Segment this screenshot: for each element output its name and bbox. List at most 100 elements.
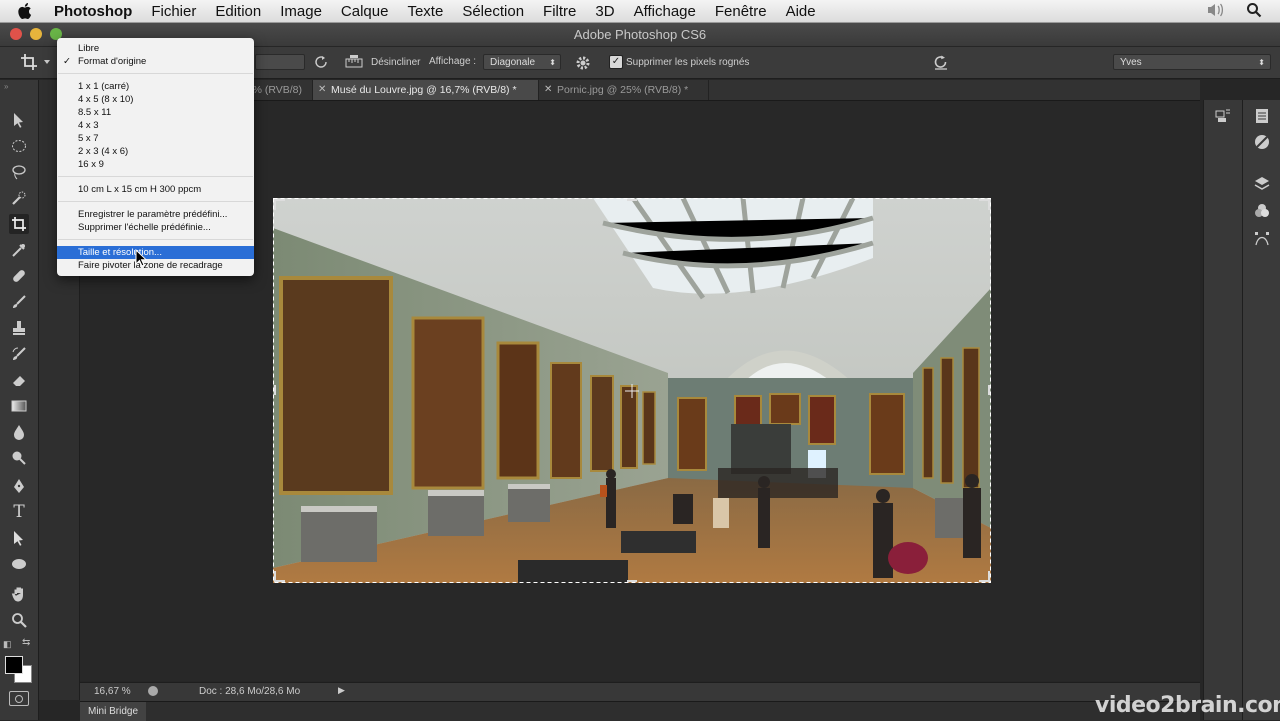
menu-item-4x5[interactable]: 4 x 5 (8 x 10) xyxy=(57,93,254,106)
overlay-view-select[interactable]: Diagonale ⬍ xyxy=(483,54,561,70)
layers-panel-icon[interactable] xyxy=(1252,173,1272,193)
document-size: Doc : 28,6 Mo/28,6 Mo xyxy=(199,686,301,697)
eraser-tool-icon[interactable] xyxy=(9,370,29,390)
menu-item-format-origine[interactable]: ✓ Format d'origine xyxy=(57,55,254,68)
menu-edition[interactable]: Edition xyxy=(215,3,261,20)
history-brush-tool-icon[interactable] xyxy=(9,344,29,364)
status-info-icon[interactable] xyxy=(148,686,158,696)
zoom-level[interactable]: 16,67 % xyxy=(94,686,131,697)
menu-item-10x15cm[interactable]: 10 cm L x 15 cm H 300 ppcm xyxy=(57,183,254,196)
menu-fenetre[interactable]: Fenêtre xyxy=(715,3,767,20)
type-tool-icon[interactable]: T xyxy=(9,502,29,522)
lasso-tool-icon[interactable] xyxy=(9,162,29,182)
adjustments-panel-icon[interactable] xyxy=(1252,132,1272,152)
delete-pixels-checkbox[interactable]: ✓ xyxy=(609,55,623,69)
foreground-color-swatch[interactable] xyxy=(5,656,23,674)
menu-separator xyxy=(58,239,253,240)
history-panel-icon[interactable] xyxy=(1252,106,1272,126)
menu-item-rotate-crop-box[interactable]: Faire pivoter la zone de recadrage xyxy=(57,259,254,272)
menu-item-5x7[interactable]: 5 x 7 xyxy=(57,132,254,145)
menu-filtre[interactable]: Filtre xyxy=(543,3,576,20)
eyedropper-tool-icon[interactable] xyxy=(9,240,29,260)
dodge-tool-icon[interactable] xyxy=(9,448,29,468)
properties-panel-icon[interactable] xyxy=(1213,106,1233,126)
menu-item-2x3[interactable]: 2 x 3 (4 x 6) xyxy=(57,145,254,158)
gradient-tool-icon[interactable] xyxy=(9,396,29,416)
close-tab-icon[interactable]: ✕ xyxy=(318,80,326,100)
menu-item-size-resolution[interactable]: Taille et résolution... xyxy=(57,246,254,259)
crop-preset-dropdown-menu: Libre ✓ Format d'origine 1 x 1 (carré) 4 … xyxy=(57,38,254,276)
mini-bridge-tab[interactable]: Mini Bridge xyxy=(80,702,147,721)
straighten-label[interactable]: Désincliner xyxy=(371,57,420,68)
menu-aide[interactable]: Aide xyxy=(786,3,816,20)
menu-affichage[interactable]: Affichage xyxy=(634,3,696,20)
checkmark-icon: ✓ xyxy=(63,56,71,67)
swap-dimensions-icon[interactable] xyxy=(313,54,329,70)
video2brain-watermark: video2brain.com xyxy=(1095,693,1280,718)
path-selection-tool-icon[interactable] xyxy=(9,528,29,548)
quick-selection-tool-icon[interactable] xyxy=(9,188,29,208)
brush-tool-icon[interactable] xyxy=(9,292,29,312)
healing-brush-tool-icon[interactable] xyxy=(9,266,29,286)
menu-item-label: 16 x 9 xyxy=(78,159,104,170)
paths-panel-icon[interactable] xyxy=(1252,229,1272,249)
menu-texte[interactable]: Texte xyxy=(407,3,443,20)
menu-calque[interactable]: Calque xyxy=(341,3,389,20)
menu-item-4x3[interactable]: 4 x 3 xyxy=(57,119,254,132)
default-colors-icon[interactable]: ◧ xyxy=(3,639,12,650)
menu-item-save-preset[interactable]: Enregistrer le paramètre prédéfini... xyxy=(57,208,254,221)
crop-height-field[interactable] xyxy=(255,54,305,70)
menu-fichier[interactable]: Fichier xyxy=(151,3,196,20)
crop-tool-preset-icon[interactable] xyxy=(20,53,40,71)
tab-musee-du-louvre[interactable]: ✕ Musé du Louvre.jpg @ 16,7% (RVB/8) * xyxy=(313,80,539,100)
pen-tool-icon[interactable] xyxy=(9,476,29,496)
overlay-view-value: Diagonale xyxy=(490,57,536,68)
right-dock-strip xyxy=(1203,100,1242,720)
hand-tool-icon[interactable] xyxy=(9,584,29,604)
tab-pornic[interactable]: ✕ Pornic.jpg @ 25% (RVB/8) * xyxy=(539,80,709,100)
menu-item-label: 5 x 7 xyxy=(78,133,99,144)
menu-item-16x9[interactable]: 16 x 9 xyxy=(57,158,254,171)
menu-image[interactable]: Image xyxy=(280,3,322,20)
menu-separator xyxy=(58,201,253,202)
menu-item-libre[interactable]: Libre xyxy=(57,42,254,55)
apple-icon[interactable] xyxy=(18,2,38,20)
menu-item-label: 1 x 1 (carré) xyxy=(78,81,130,92)
workspace-select[interactable]: Yves ⬍ xyxy=(1113,54,1271,70)
menu-item-label: 10 cm L x 15 cm H 300 ppcm xyxy=(78,184,202,195)
menu-item-label: Supprimer l'échelle prédéfinie... xyxy=(78,222,211,233)
spotlight-search-icon[interactable] xyxy=(1246,2,1262,22)
clone-stamp-tool-icon[interactable] xyxy=(9,318,29,338)
menu-app-photoshop[interactable]: Photoshop xyxy=(54,3,132,20)
move-tool-icon[interactable] xyxy=(9,110,29,130)
menu-item-label: 4 x 5 (8 x 10) xyxy=(78,94,134,105)
straighten-icon[interactable] xyxy=(345,55,363,69)
zoom-tool-icon[interactable] xyxy=(9,610,29,630)
menu-item-1x1[interactable]: 1 x 1 (carré) xyxy=(57,80,254,93)
blur-tool-icon[interactable] xyxy=(9,422,29,442)
crop-tool-icon[interactable] xyxy=(9,214,29,234)
quick-mask-icon[interactable] xyxy=(9,691,29,706)
close-tab-icon[interactable]: ✕ xyxy=(544,80,552,100)
ellipse-shape-tool-icon[interactable] xyxy=(9,554,29,574)
menu-selection[interactable]: Sélection xyxy=(462,3,524,20)
louvre-gallery-photo[interactable] xyxy=(273,198,991,583)
menu-item-8-5x11[interactable]: 8.5 x 11 xyxy=(57,106,254,119)
delete-pixels-label[interactable]: Supprimer les pixels rognés xyxy=(626,57,749,68)
status-menu-arrow-icon[interactable]: ▶ xyxy=(338,685,345,696)
close-window-button[interactable] xyxy=(10,28,22,40)
mouse-pointer-icon xyxy=(135,248,148,267)
channels-panel-icon[interactable] xyxy=(1252,201,1272,221)
reset-icon[interactable] xyxy=(931,53,951,71)
minimize-window-button[interactable] xyxy=(30,28,42,40)
menu-3d[interactable]: 3D xyxy=(595,3,614,20)
gear-icon[interactable] xyxy=(574,54,592,72)
menu-item-delete-preset[interactable]: Supprimer l'échelle prédéfinie... xyxy=(57,221,254,234)
preset-dropdown-arrow-icon[interactable] xyxy=(44,60,50,64)
swap-colors-icon[interactable]: ⇆ xyxy=(22,637,30,648)
right-panels-dock xyxy=(1242,100,1280,720)
tab-label: % (RVB/8) xyxy=(252,84,302,96)
volume-icon[interactable] xyxy=(1206,2,1224,22)
marquee-tool-icon[interactable] xyxy=(9,136,29,156)
collapse-panel-icon[interactable]: » xyxy=(4,82,8,91)
